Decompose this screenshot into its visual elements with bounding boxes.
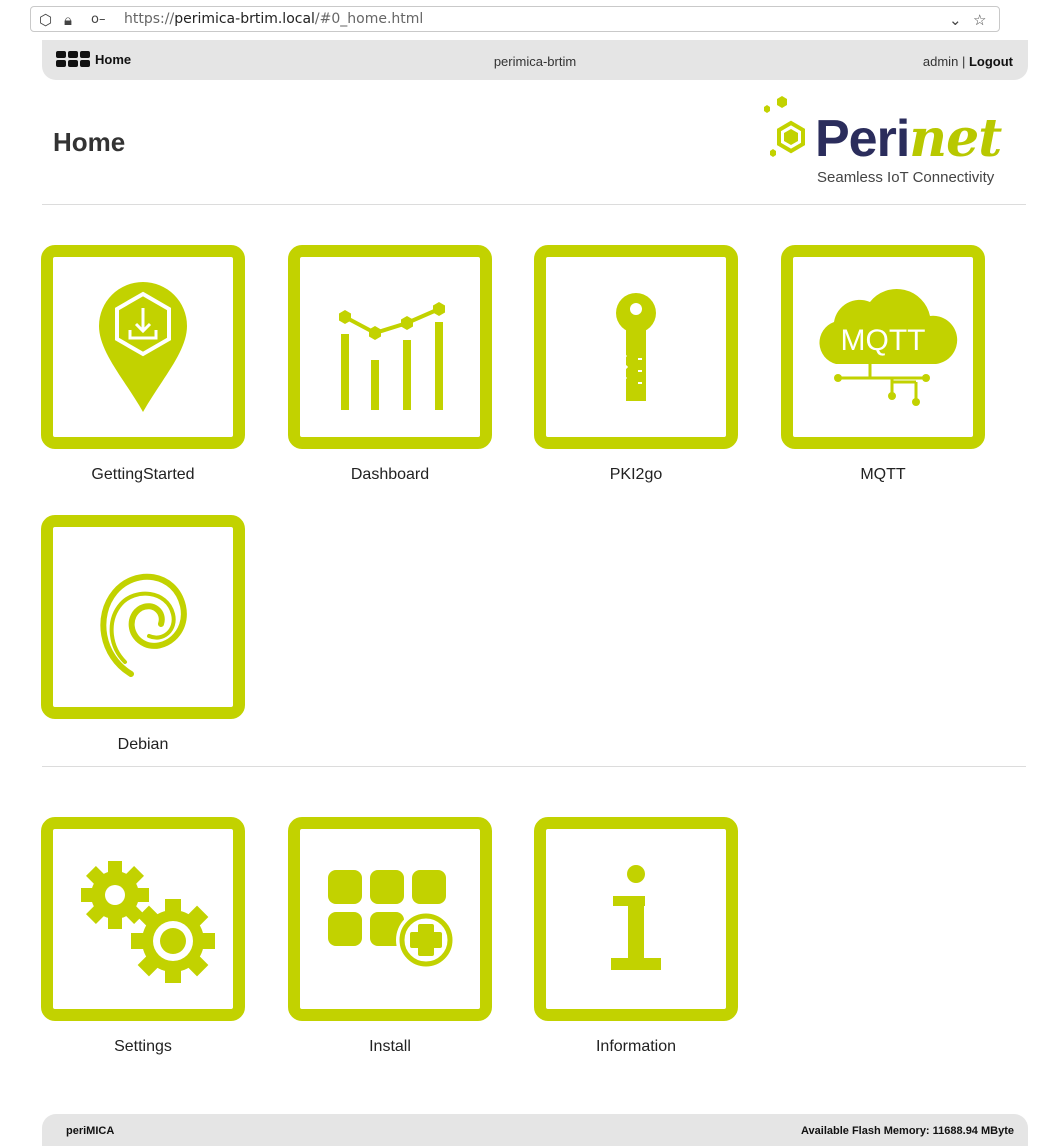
svg-text:MQTT: MQTT: [841, 324, 926, 357]
tile-dashboard[interactable]: Dashboard: [288, 245, 492, 484]
key-icon: [616, 293, 656, 401]
logo-wordmark: Perinet: [815, 108, 1002, 169]
perinet-logo: Perinet Seamless IoT Connectivity: [755, 93, 1025, 193]
tile-label: Debian: [117, 736, 169, 753]
tile-getting-started[interactable]: GettingStarted: [41, 245, 245, 484]
tile-debian[interactable]: Debian: [41, 515, 245, 754]
footer-flash-memory: Available Flash Memory: 11688.94 MByte: [801, 1125, 1014, 1137]
logo-hexagons-icon: [764, 96, 805, 157]
footer-product: periMICA: [66, 1125, 115, 1137]
browser-url-bar[interactable]: ⬡ 🔒︎ o– https://perimica-brtim.local/#0_…: [30, 6, 1000, 32]
device-name: perimica-brtim: [493, 54, 577, 69]
gears-icon: [81, 861, 215, 983]
tile-install[interactable]: Install: [288, 817, 492, 1056]
user-separator: |: [961, 54, 966, 69]
cloud-mqtt-icon: MQTT: [819, 289, 958, 406]
top-navigation-bar: Home perimica-brtim admin | Logout: [42, 40, 1028, 80]
info-icon: [611, 865, 661, 970]
debian-swirl-icon: [100, 573, 187, 677]
save-to-pocket-icon[interactable]: ⌄: [949, 11, 962, 29]
tile-information[interactable]: Information: [534, 817, 738, 1056]
shield-icon: ⬡: [39, 11, 53, 29]
divider: [42, 204, 1026, 205]
bookmark-star-icon[interactable]: ☆: [973, 11, 986, 29]
logout-link[interactable]: Logout: [969, 54, 1013, 69]
tile-pki2go[interactable]: PKI2go: [534, 245, 738, 484]
user-area: admin | Logout: [923, 54, 1013, 69]
logo-tagline: Seamless IoT Connectivity: [817, 169, 995, 186]
tile-label: Information: [595, 1038, 677, 1055]
divider: [42, 766, 1026, 767]
tile-mqtt[interactable]: MQTT MQTT: [781, 245, 985, 484]
url-text[interactable]: https://perimica-brtim.local/#0_home.htm…: [124, 11, 423, 27]
chart-icon: [339, 302, 445, 410]
tile-label: Settings: [114, 1038, 172, 1055]
tile-settings[interactable]: Settings: [41, 817, 245, 1056]
tile-label: PKI2go: [609, 466, 663, 483]
tile-label: GettingStarted: [91, 466, 195, 483]
apps-add-icon: [328, 870, 456, 970]
lock-icon[interactable]: 🔒︎: [64, 11, 72, 29]
username: admin: [922, 54, 959, 69]
footer-bar: periMICA Available Flash Memory: 11688.9…: [42, 1114, 1028, 1146]
map-pin-download-icon: [99, 282, 187, 412]
key-permissions-icon[interactable]: o–: [91, 12, 105, 27]
page-title: Home: [53, 127, 126, 157]
tile-label: Dashboard: [350, 466, 430, 483]
tile-label: Install: [369, 1038, 411, 1055]
tile-label: MQTT: [860, 466, 906, 483]
